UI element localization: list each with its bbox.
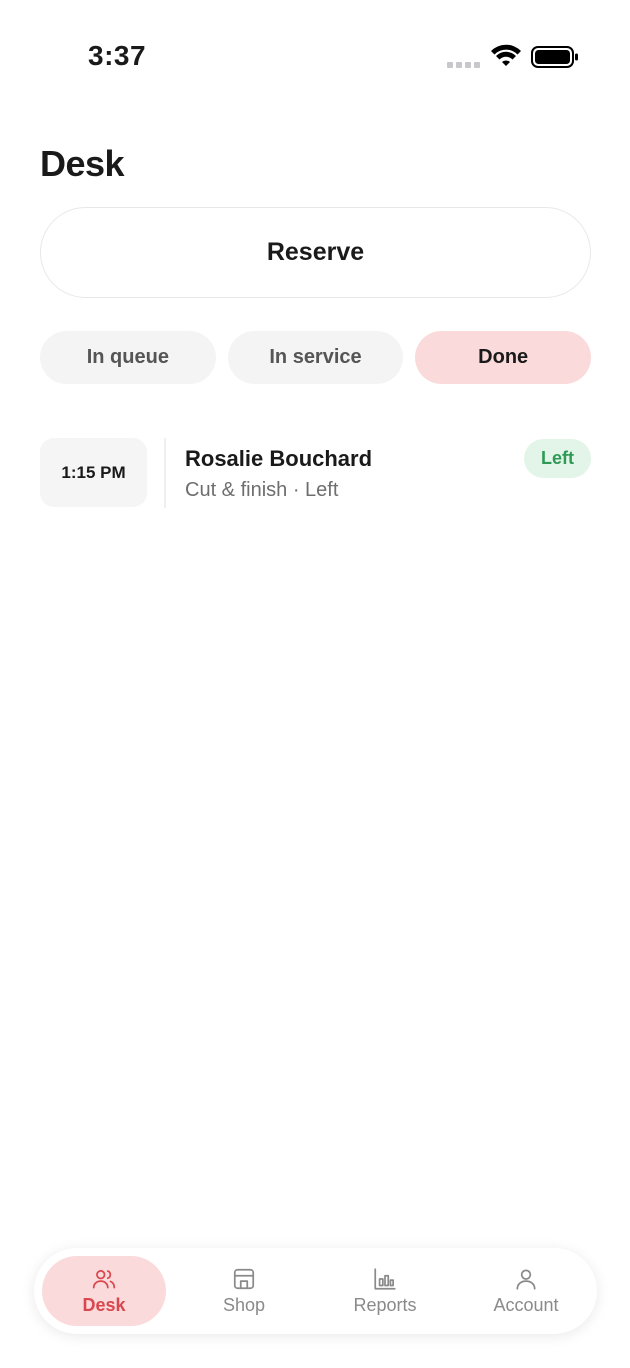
bar-chart-icon — [374, 1268, 396, 1290]
bottom-nav: Desk Shop Reports Account — [34, 1248, 597, 1334]
appointment-item[interactable]: 1:15 PM Rosalie Bouchard Cut & finish · … — [40, 438, 591, 508]
status-bar: 3:37 — [0, 0, 630, 110]
status-time: 3:37 — [88, 40, 147, 71]
user-icon — [516, 1269, 536, 1290]
tab-in-queue[interactable]: In queue — [40, 331, 216, 384]
nav-label-shop: Shop — [222, 1295, 266, 1315]
cellular-signal-icon — [447, 62, 480, 68]
users-icon — [92, 1270, 116, 1289]
appointment-time: 1:15 PM — [40, 438, 147, 507]
nav-label-desk: Desk — [82, 1295, 126, 1315]
divider — [164, 438, 166, 508]
nav-item-reports[interactable]: Reports — [323, 1256, 447, 1326]
store-icon — [233, 1268, 255, 1290]
status-badge: Left — [524, 439, 591, 478]
nav-item-account[interactable]: Account — [464, 1256, 588, 1326]
nav-item-desk[interactable]: Desk — [42, 1256, 166, 1326]
nav-label-account: Account — [493, 1295, 559, 1315]
page-title: Desk — [40, 143, 125, 184]
nav-item-shop[interactable]: Shop — [182, 1256, 306, 1326]
battery-icon — [531, 46, 578, 68]
tab-done[interactable]: Done — [415, 331, 592, 384]
nav-label-reports: Reports — [353, 1295, 417, 1315]
client-detail: Cut & finish · Left — [185, 479, 339, 501]
reserve-button[interactable]: Reserve — [40, 207, 591, 298]
tab-in-service[interactable]: In service — [227, 331, 404, 384]
wifi-icon — [491, 44, 521, 66]
client-name: Rosalie Bouchard — [185, 446, 373, 471]
status-tabs: In queue In service Done — [40, 331, 592, 384]
